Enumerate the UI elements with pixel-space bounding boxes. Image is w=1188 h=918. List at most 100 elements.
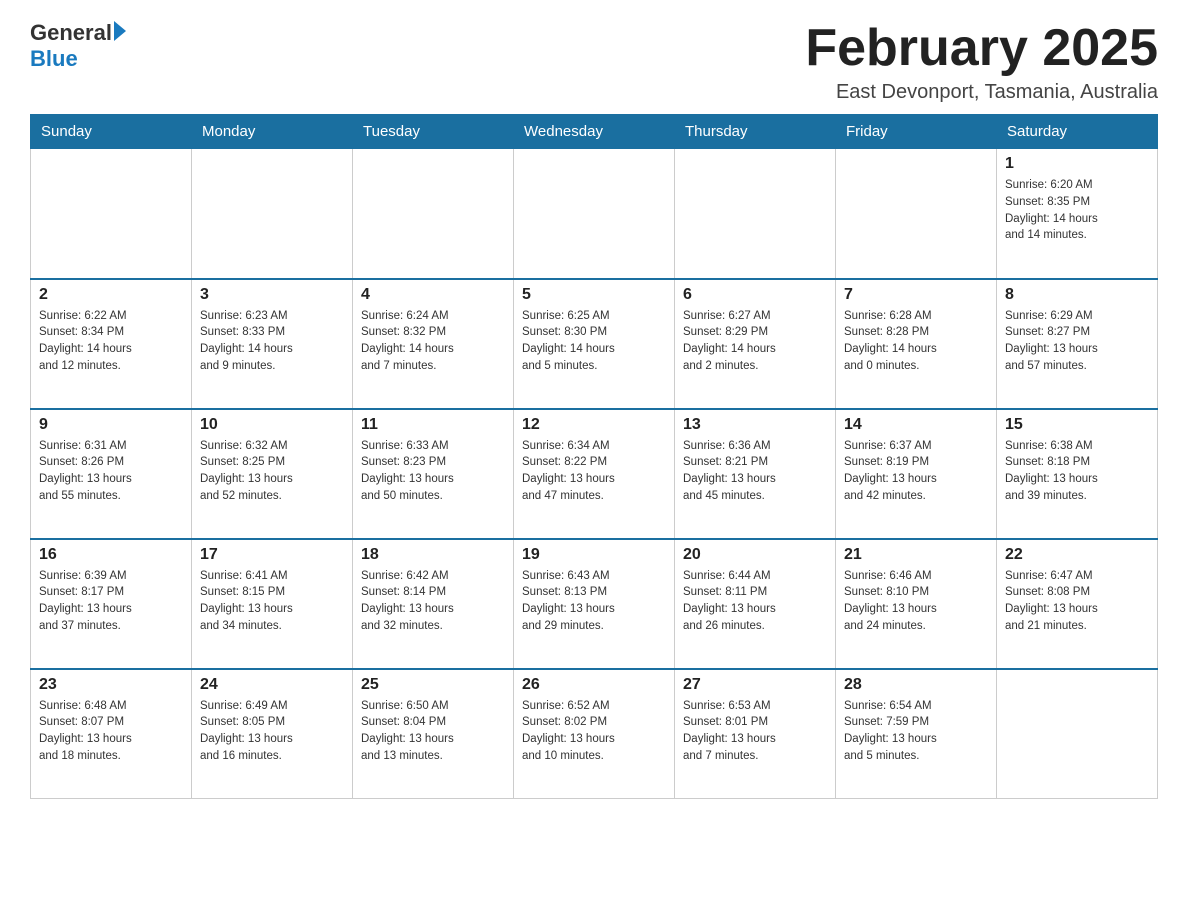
table-row: 1 Sunrise: 6:20 AM Sunset: 8:35 PM Daylig… bbox=[997, 149, 1158, 279]
table-row bbox=[675, 149, 836, 279]
logo-general: General bbox=[30, 20, 112, 46]
day-info: Sunrise: 6:28 AM Sunset: 8:28 PM Dayligh… bbox=[844, 308, 988, 375]
day-info: Sunrise: 6:42 AM Sunset: 8:14 PM Dayligh… bbox=[361, 568, 505, 635]
day-info: Sunrise: 6:43 AM Sunset: 8:13 PM Dayligh… bbox=[522, 568, 666, 635]
day-number: 18 bbox=[361, 546, 505, 564]
logo: General Blue bbox=[30, 20, 126, 72]
month-year-title: February 2025 bbox=[805, 20, 1158, 77]
day-info: Sunrise: 6:23 AM Sunset: 8:33 PM Dayligh… bbox=[200, 308, 344, 375]
col-wednesday: Wednesday bbox=[514, 115, 675, 149]
day-info: Sunrise: 6:32 AM Sunset: 8:25 PM Dayligh… bbox=[200, 438, 344, 505]
table-row: 28 Sunrise: 6:54 AM Sunset: 7:59 PM Dayli… bbox=[836, 669, 997, 799]
title-area: February 2025 East Devonport, Tasmania, … bbox=[805, 20, 1158, 104]
day-number: 8 bbox=[1005, 286, 1149, 304]
table-row bbox=[353, 149, 514, 279]
table-row: 12 Sunrise: 6:34 AM Sunset: 8:22 PM Dayli… bbox=[514, 409, 675, 539]
day-info: Sunrise: 6:27 AM Sunset: 8:29 PM Dayligh… bbox=[683, 308, 827, 375]
table-row: 13 Sunrise: 6:36 AM Sunset: 8:21 PM Dayli… bbox=[675, 409, 836, 539]
day-info: Sunrise: 6:33 AM Sunset: 8:23 PM Dayligh… bbox=[361, 438, 505, 505]
day-info: Sunrise: 6:47 AM Sunset: 8:08 PM Dayligh… bbox=[1005, 568, 1149, 635]
table-row bbox=[997, 669, 1158, 799]
day-number: 23 bbox=[39, 676, 183, 694]
table-row: 23 Sunrise: 6:48 AM Sunset: 8:07 PM Dayli… bbox=[31, 669, 192, 799]
calendar-table: Sunday Monday Tuesday Wednesday Thursday… bbox=[30, 114, 1158, 799]
day-info: Sunrise: 6:20 AM Sunset: 8:35 PM Dayligh… bbox=[1005, 177, 1149, 244]
day-info: Sunrise: 6:48 AM Sunset: 8:07 PM Dayligh… bbox=[39, 698, 183, 765]
day-number: 25 bbox=[361, 676, 505, 694]
day-info: Sunrise: 6:24 AM Sunset: 8:32 PM Dayligh… bbox=[361, 308, 505, 375]
col-sunday: Sunday bbox=[31, 115, 192, 149]
day-info: Sunrise: 6:31 AM Sunset: 8:26 PM Dayligh… bbox=[39, 438, 183, 505]
day-info: Sunrise: 6:41 AM Sunset: 8:15 PM Dayligh… bbox=[200, 568, 344, 635]
col-friday: Friday bbox=[836, 115, 997, 149]
table-row: 22 Sunrise: 6:47 AM Sunset: 8:08 PM Dayli… bbox=[997, 539, 1158, 669]
day-info: Sunrise: 6:53 AM Sunset: 8:01 PM Dayligh… bbox=[683, 698, 827, 765]
table-row: 20Sunrise: 6:44 AM Sunset: 8:11 PM Dayli… bbox=[675, 539, 836, 669]
day-number: 6 bbox=[683, 286, 827, 304]
table-row: 21Sunrise: 6:46 AM Sunset: 8:10 PM Dayli… bbox=[836, 539, 997, 669]
day-info: Sunrise: 6:50 AM Sunset: 8:04 PM Dayligh… bbox=[361, 698, 505, 765]
day-number: 26 bbox=[522, 676, 666, 694]
day-number: 5 bbox=[522, 286, 666, 304]
table-row: 17 Sunrise: 6:41 AM Sunset: 8:15 PM Dayli… bbox=[192, 539, 353, 669]
day-number: 19 bbox=[522, 546, 666, 564]
day-info: Sunrise: 6:52 AM Sunset: 8:02 PM Dayligh… bbox=[522, 698, 666, 765]
day-info: Sunrise: 6:54 AM Sunset: 7:59 PM Dayligh… bbox=[844, 698, 988, 765]
day-number: 13 bbox=[683, 416, 827, 434]
table-row: 11Sunrise: 6:33 AM Sunset: 8:23 PM Dayli… bbox=[353, 409, 514, 539]
day-number: 3 bbox=[200, 286, 344, 304]
table-row bbox=[31, 149, 192, 279]
day-number: 14 bbox=[844, 416, 988, 434]
day-info: Sunrise: 6:37 AM Sunset: 8:19 PM Dayligh… bbox=[844, 438, 988, 505]
table-row: 7 Sunrise: 6:28 AM Sunset: 8:28 PM Daylig… bbox=[836, 279, 997, 409]
table-row bbox=[836, 149, 997, 279]
table-row: 26 Sunrise: 6:52 AM Sunset: 8:02 PM Dayli… bbox=[514, 669, 675, 799]
day-number: 15 bbox=[1005, 416, 1149, 434]
day-info: Sunrise: 6:36 AM Sunset: 8:21 PM Dayligh… bbox=[683, 438, 827, 505]
table-row: 16Sunrise: 6:39 AM Sunset: 8:17 PM Dayli… bbox=[31, 539, 192, 669]
table-row: 24 Sunrise: 6:49 AM Sunset: 8:05 PM Dayli… bbox=[192, 669, 353, 799]
logo-blue: Blue bbox=[30, 46, 126, 72]
calendar-header-row: Sunday Monday Tuesday Wednesday Thursday… bbox=[31, 115, 1158, 149]
day-number: 16 bbox=[39, 546, 183, 564]
day-number: 1 bbox=[1005, 155, 1149, 173]
day-number: 22 bbox=[1005, 546, 1149, 564]
calendar-week-row: 23 Sunrise: 6:48 AM Sunset: 8:07 PM Dayli… bbox=[31, 669, 1158, 799]
table-row: 15 Sunrise: 6:38 AM Sunset: 8:18 PM Dayli… bbox=[997, 409, 1158, 539]
calendar-week-row: 2Sunrise: 6:22 AM Sunset: 8:34 PM Daylig… bbox=[31, 279, 1158, 409]
table-row: 3 Sunrise: 6:23 AM Sunset: 8:33 PM Daylig… bbox=[192, 279, 353, 409]
day-number: 10 bbox=[200, 416, 344, 434]
table-row: 18 Sunrise: 6:42 AM Sunset: 8:14 PM Dayli… bbox=[353, 539, 514, 669]
location-subtitle: East Devonport, Tasmania, Australia bbox=[805, 81, 1158, 104]
table-row: 5 Sunrise: 6:25 AM Sunset: 8:30 PM Daylig… bbox=[514, 279, 675, 409]
page-header: General Blue February 2025 East Devonpor… bbox=[30, 20, 1158, 104]
table-row bbox=[192, 149, 353, 279]
table-row: 8 Sunrise: 6:29 AM Sunset: 8:27 PM Daylig… bbox=[997, 279, 1158, 409]
day-number: 7 bbox=[844, 286, 988, 304]
table-row: 2Sunrise: 6:22 AM Sunset: 8:34 PM Daylig… bbox=[31, 279, 192, 409]
table-row: 9 Sunrise: 6:31 AM Sunset: 8:26 PM Daylig… bbox=[31, 409, 192, 539]
day-number: 12 bbox=[522, 416, 666, 434]
day-info: Sunrise: 6:38 AM Sunset: 8:18 PM Dayligh… bbox=[1005, 438, 1149, 505]
day-info: Sunrise: 6:29 AM Sunset: 8:27 PM Dayligh… bbox=[1005, 308, 1149, 375]
day-info: Sunrise: 6:49 AM Sunset: 8:05 PM Dayligh… bbox=[200, 698, 344, 765]
day-number: 21 bbox=[844, 546, 988, 564]
table-row: 6 Sunrise: 6:27 AM Sunset: 8:29 PM Daylig… bbox=[675, 279, 836, 409]
day-number: 24 bbox=[200, 676, 344, 694]
col-thursday: Thursday bbox=[675, 115, 836, 149]
table-row: 10 Sunrise: 6:32 AM Sunset: 8:25 PM Dayli… bbox=[192, 409, 353, 539]
col-saturday: Saturday bbox=[997, 115, 1158, 149]
calendar-week-row: 16Sunrise: 6:39 AM Sunset: 8:17 PM Dayli… bbox=[31, 539, 1158, 669]
day-info: Sunrise: 6:25 AM Sunset: 8:30 PM Dayligh… bbox=[522, 308, 666, 375]
day-number: 17 bbox=[200, 546, 344, 564]
day-info: Sunrise: 6:34 AM Sunset: 8:22 PM Dayligh… bbox=[522, 438, 666, 505]
day-number: 28 bbox=[844, 676, 988, 694]
day-number: 27 bbox=[683, 676, 827, 694]
table-row bbox=[514, 149, 675, 279]
table-row: 27 Sunrise: 6:53 AM Sunset: 8:01 PM Dayli… bbox=[675, 669, 836, 799]
table-row: 14 Sunrise: 6:37 AM Sunset: 8:19 PM Dayli… bbox=[836, 409, 997, 539]
day-number: 2 bbox=[39, 286, 183, 304]
table-row: 4Sunrise: 6:24 AM Sunset: 8:32 PM Daylig… bbox=[353, 279, 514, 409]
day-number: 9 bbox=[39, 416, 183, 434]
calendar-week-row: 9 Sunrise: 6:31 AM Sunset: 8:26 PM Daylig… bbox=[31, 409, 1158, 539]
